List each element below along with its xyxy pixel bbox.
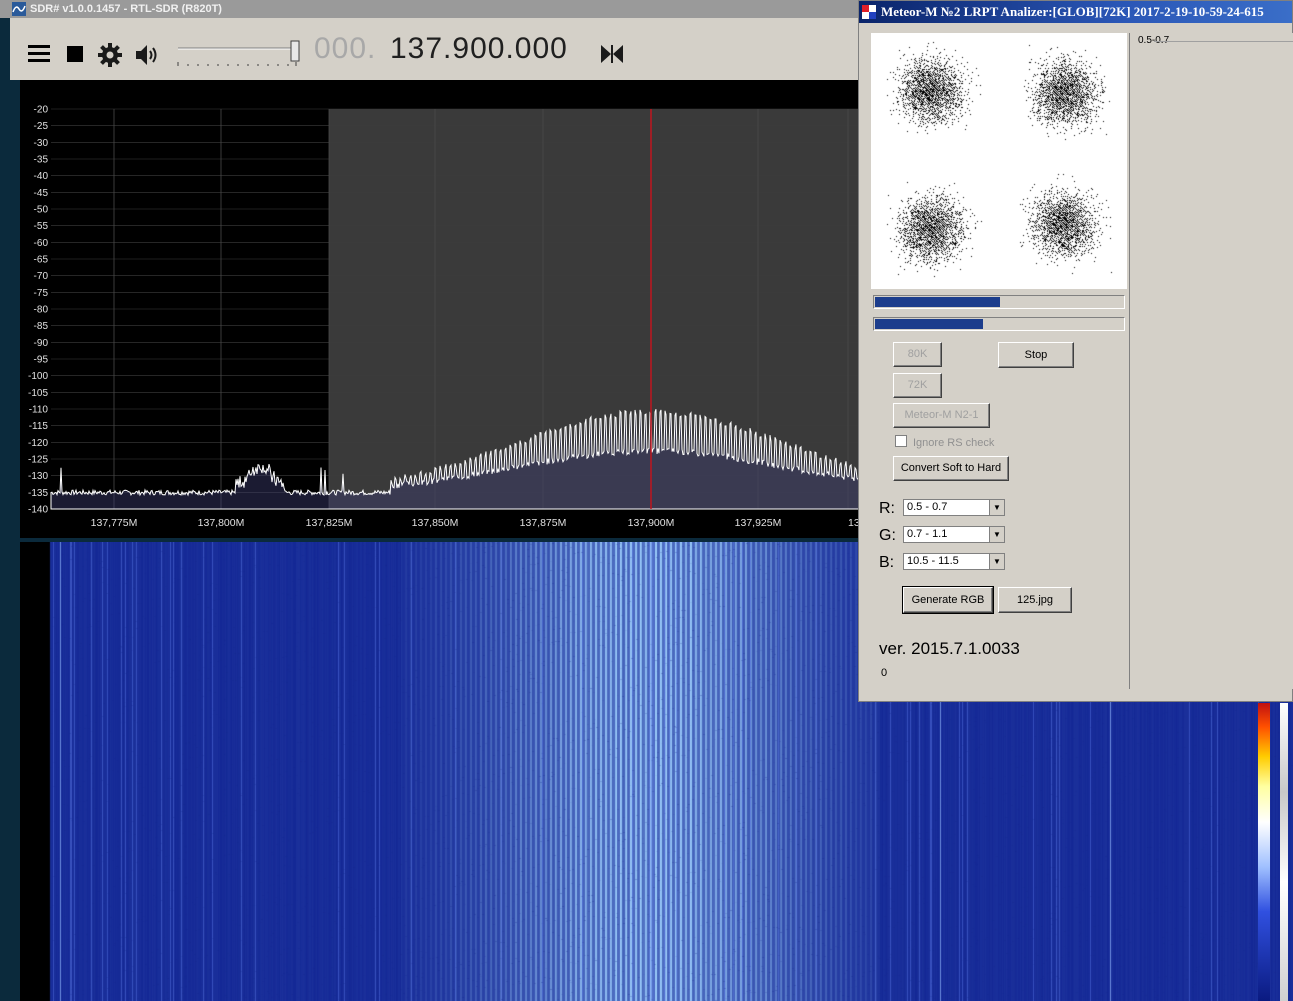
x-tick-label: 137,875M [520,517,567,529]
b-range-value: 10.5 - 11.5 [907,555,959,567]
y-tick-label: -40 [34,171,49,182]
x-tick-label: 137,925M [735,517,782,529]
y-tick-label: -140 [28,505,48,516]
y-tick-label: -55 [34,221,49,232]
x-tick-label: 137,850M [412,517,459,529]
y-tick-label: -110 [29,405,49,416]
y-tick-label: -135 [28,488,48,499]
g-label: G: [879,527,896,544]
y-tick-label: -45 [34,188,49,199]
b-range-select[interactable]: 10.5 - 11.5 ▼ [903,553,1005,570]
y-tick-label: -105 [28,388,48,399]
side-image-panel: 0.5-0.7 [1129,33,1293,689]
y-tick-label: -75 [34,288,49,299]
y-tick-label: -80 [34,305,49,316]
window-title: SDR# v1.0.0.1457 - RTL-SDR (R820T) [30,3,222,15]
y-tick-label: -125 [28,455,48,466]
frequency-leading-digits[interactable]: 000. [314,32,376,66]
g-range-select[interactable]: 0.7 - 1.1 ▼ [903,526,1005,543]
menu-icon[interactable] [28,44,50,64]
y-tick-label: -90 [34,338,49,349]
chevron-down-icon[interactable]: ▼ [989,500,1004,515]
version-label: ver. 2015.7.1.0033 [879,639,1020,658]
waterfall-color-scale-secondary [1280,703,1288,1001]
y-tick-label: -30 [34,138,49,149]
waterfall-color-scale [1258,703,1270,1001]
y-tick-label: -85 [34,321,49,332]
app-icon [12,2,26,16]
y-tick-label: -65 [34,255,49,266]
sdr-titlebar: SDR# v1.0.0.1457 - RTL-SDR (R820T) [0,0,860,18]
x-tick-label: 137,800M [198,517,245,529]
r-range-value: 0.5 - 0.7 [907,501,948,513]
y-tick-label: -70 [34,271,49,282]
chevron-down-icon[interactable]: ▼ [989,554,1004,569]
decode-progress-fill [875,319,983,329]
y-tick-label: -20 [34,105,49,116]
x-tick-label: 137,775M [91,517,138,529]
y-tick-label: -95 [34,355,49,366]
constellation-plot [871,33,1127,289]
generate-rgb-button[interactable]: Generate RGB [902,586,994,614]
y-tick-label: -130 [28,471,48,482]
r-range-select[interactable]: 0.5 - 0.7 ▼ [903,499,1005,516]
r-label: R: [879,500,895,517]
decode-progress-bar [873,317,1125,331]
x-tick-label: 137,825M [306,517,353,529]
ignore-rs-label: Ignore RS check [913,437,995,449]
stop-button[interactable]: Stop [998,342,1074,368]
meteor-m-n2-1-button[interactable]: Meteor-M N2-1 [893,403,990,428]
counter-label: 0 [881,667,888,679]
ignore-rs-checkbox[interactable] [895,435,907,447]
volume-slider[interactable] [176,40,304,70]
analyzer-app-icon [862,5,876,19]
analyzer-title: Meteor-M №2 LRPT Analizer:[GLOB][72K] 20… [881,4,1264,19]
frequency-display[interactable]: 137.900.000 [390,32,568,66]
image-file-button[interactable]: 125.jpg [998,587,1072,613]
y-tick-label: -50 [34,205,49,216]
y-tick-label: -35 [34,155,49,166]
analyzer-titlebar[interactable]: Meteor-M №2 LRPT Analizer:[GLOB][72K] 20… [859,1,1292,23]
side-panel-divider [1154,41,1293,42]
b-label: B: [879,554,895,571]
mode-72k-button[interactable]: 72K [893,373,942,398]
y-tick-label: -60 [34,238,49,249]
spectrum-analyzer[interactable]: -20 -25 -30 -35 -40 -45 -50 -55 -60 -65 -70 -75 -80 -… [20,80,860,538]
signal-progress-fill [875,297,1000,307]
ignore-rs-check[interactable]: Ignore RS check [895,435,994,449]
x-tick-label: 137,900M [628,517,675,529]
chevron-down-icon[interactable]: ▼ [989,527,1004,542]
g-range-value: 0.7 - 1.1 [907,528,948,540]
stop-icon[interactable] [67,46,83,62]
gear-icon[interactable] [98,43,122,67]
y-tick-label: -25 [34,121,49,132]
y-tick-label: -100 [28,371,48,382]
skip-icon[interactable] [601,45,623,63]
y-tick-label: -120 [28,438,48,449]
lrpt-analyzer-window[interactable]: Meteor-M №2 LRPT Analizer:[GLOB][72K] 20… [858,0,1293,702]
speaker-icon[interactable] [134,43,160,67]
mode-80k-button[interactable]: 80K [893,342,942,367]
y-tick-label: -115 [29,421,49,432]
signal-progress-bar [873,295,1125,309]
convert-soft-to-hard-button[interactable]: Convert Soft to Hard [893,456,1009,481]
